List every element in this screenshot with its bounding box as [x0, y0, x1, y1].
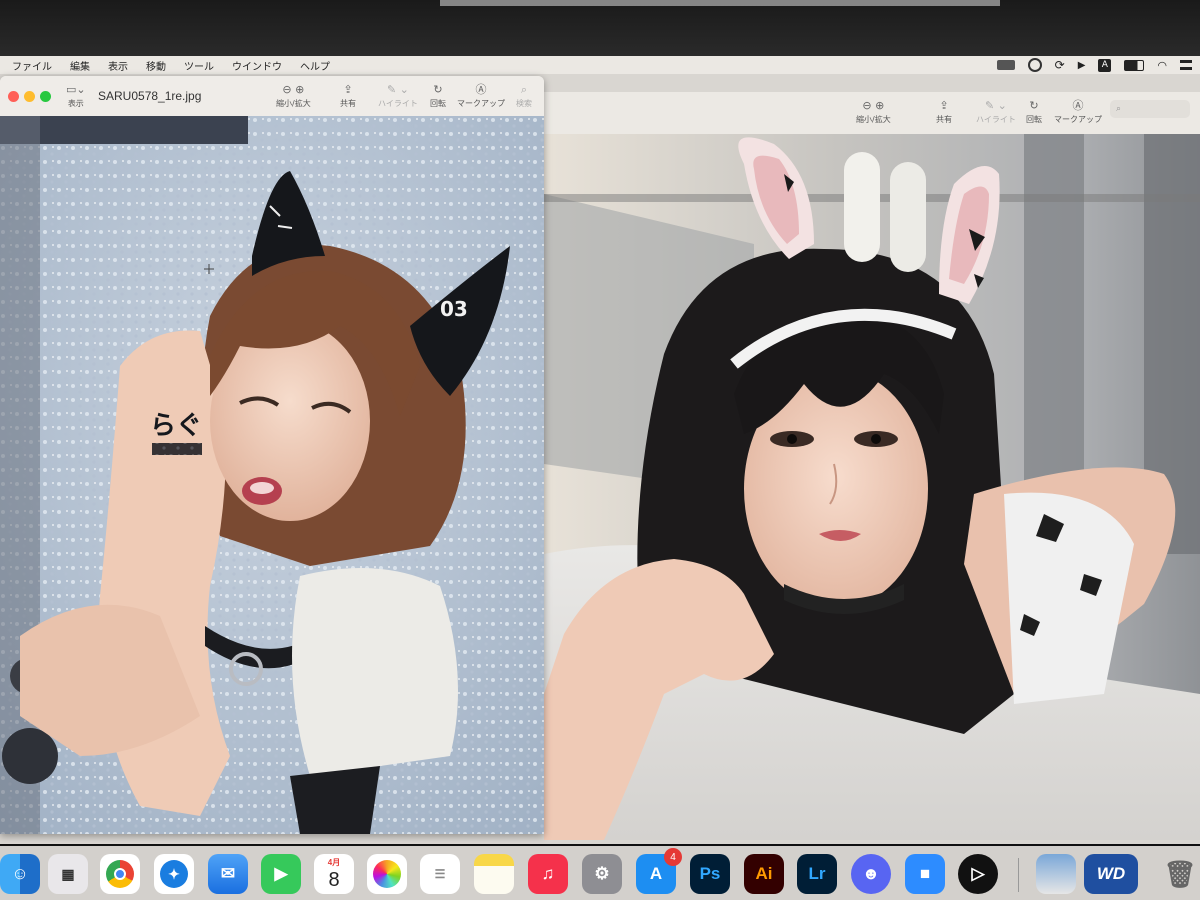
markup-label: マークアップ — [457, 99, 505, 108]
hand-mark-text: らぐ — [150, 411, 202, 441]
sidebar-icon: ▭⌄ — [66, 83, 86, 96]
markup-icon: Ⓐ — [1072, 99, 1084, 112]
photoshop-icon[interactable]: Ps — [690, 854, 730, 894]
cow-ears-photo — [544, 134, 1200, 840]
pencil-icon: ✎ ⌄ — [386, 83, 409, 96]
screen-recording-icon[interactable] — [996, 60, 1015, 70]
cat-ears-photo: らぐ 03 — [0, 116, 544, 834]
illustrator-icon[interactable]: Ai — [744, 854, 784, 894]
play-icon[interactable]: ▶ — [1078, 60, 1086, 71]
preview-folder-icon[interactable] — [1036, 854, 1076, 894]
creative-cloud-icon[interactable] — [1027, 58, 1042, 72]
ear-number: 03 — [440, 297, 468, 321]
discord-icon[interactable]: ☻ — [851, 854, 891, 894]
chrome-icon[interactable] — [100, 854, 140, 894]
rotate-icon: ↻ — [433, 83, 443, 96]
calendar-month: 4月 — [327, 858, 341, 867]
share-button[interactable]: ⇪ 共有 — [936, 98, 952, 125]
share-icon: ⇪ — [939, 99, 949, 112]
search-icon: ⌕ — [1116, 104, 1122, 114]
view-label: 表示 — [67, 99, 84, 108]
zoom-window-button[interactable] — [40, 91, 51, 102]
monitor-bezel — [0, 0, 1200, 56]
launchpad-icon[interactable]: ▦ — [48, 854, 88, 894]
rotate-label: 回転 — [1026, 115, 1042, 124]
status-area: ⟳ ▶ A ◠ — [996, 56, 1192, 74]
menu-edit[interactable]: 編集 — [70, 58, 90, 73]
zoom-icon: ⊖ ⊕ — [282, 83, 305, 96]
minimize-button[interactable] — [24, 91, 35, 102]
battery-icon[interactable] — [1124, 59, 1145, 71]
control-center-icon[interactable] — [1180, 60, 1192, 70]
search-field[interactable]: ⌕ — [1110, 100, 1190, 118]
rotate-button[interactable]: ↻ 回転 — [430, 82, 446, 109]
reminders-icon[interactable]: ☰ — [420, 854, 460, 894]
window2-toolbar: ⊖ ⊕ 縮小/拡大 ⇪ 共有 ✎ ⌄ ハイライト ↻ 回転 Ⓐ マークアップ ⌕ — [544, 92, 1200, 135]
trash-icon[interactable]: 🗑 — [1160, 854, 1200, 894]
zoom-label: 縮小/拡大 — [856, 115, 891, 124]
markup-button[interactable]: Ⓐ マークアップ — [457, 82, 505, 109]
zoom-control[interactable]: ⊖ ⊕ 縮小/拡大 — [856, 98, 891, 125]
calendar-day: 8 — [328, 869, 340, 891]
app-store-icon[interactable]: A 4 — [636, 848, 682, 894]
search-label: 検索 — [516, 99, 532, 108]
bezel-reflection — [440, 0, 1000, 6]
search-icon: ⌕ — [520, 83, 528, 96]
sync-icon[interactable]: ⟳ — [1055, 58, 1065, 72]
zoom-control[interactable]: ⊖ ⊕ 縮小/拡大 — [276, 82, 311, 109]
menu-go[interactable]: 移動 — [146, 58, 166, 73]
window1-toolbar: ▭⌄ 表示 SARU0578_1re.jpg ⊖ ⊕ 縮小/拡大 ⇪ 共有 ✎ … — [0, 76, 544, 117]
menu-bar: ファイル 編集 表示 移動 ツール ウインドウ ヘルプ ⟳ ▶ A ◠ — [0, 56, 1200, 74]
calendar-icon[interactable]: 4月 8 — [314, 854, 354, 894]
wd-drive-icon[interactable]: WD — [1084, 854, 1138, 894]
highlight-label: ハイライト — [976, 115, 1016, 124]
finder-icon[interactable]: ☺ — [0, 854, 40, 894]
rotate-icon: ↻ — [1029, 99, 1039, 112]
markup-icon: Ⓐ — [475, 83, 487, 96]
share-button[interactable]: ⇪ 共有 — [340, 82, 356, 109]
dock-separator — [1018, 858, 1019, 892]
window-title: SARU0578_1re.jpg — [98, 89, 202, 103]
share-icon: ⇪ — [343, 83, 353, 96]
zoom-label: 縮小/拡大 — [276, 99, 311, 108]
mail-icon[interactable]: ✉ — [208, 854, 248, 894]
text-input-icon[interactable]: A — [1098, 58, 1112, 72]
system-settings-icon[interactable]: ⚙ — [582, 854, 622, 894]
lightroom-icon[interactable]: Lr — [797, 854, 837, 894]
photos-icon[interactable] — [367, 854, 407, 894]
highlight-button[interactable]: ✎ ⌄ ハイライト — [976, 98, 1016, 125]
share-label: 共有 — [936, 115, 952, 124]
close-button[interactable] — [8, 91, 19, 102]
menu-window[interactable]: ウインドウ — [232, 58, 282, 73]
pencil-icon: ✎ ⌄ — [984, 99, 1007, 112]
music-icon[interactable]: ♫ — [528, 854, 568, 894]
preview-window-main: ▭⌄ 表示 SARU0578_1re.jpg ⊖ ⊕ 縮小/拡大 ⇪ 共有 ✎ … — [0, 76, 544, 834]
highlight-button[interactable]: ✎ ⌄ ハイライト — [378, 82, 418, 109]
cow-ears-photo-art — [544, 134, 1200, 840]
markup-button[interactable]: Ⓐ マークアップ — [1054, 98, 1102, 125]
menu-view[interactable]: 表示 — [108, 58, 128, 73]
share-label: 共有 — [340, 99, 356, 108]
dock: ☺ ▦ ✦ ✉ ▶ 4月 8 ☰ ♫ ⚙ A 4 Ps Ai Lr ☻ ■ ▷ … — [0, 846, 1200, 900]
safari-icon[interactable]: ✦ — [154, 854, 194, 894]
facetime-icon[interactable]: ▶ — [261, 854, 301, 894]
zoom-out-icon: ⊖ ⊕ — [862, 99, 885, 112]
zoom-icon[interactable]: ■ — [905, 854, 945, 894]
markup-label: マークアップ — [1054, 115, 1102, 124]
search-button[interactable]: ⌕ 検索 — [516, 82, 532, 109]
notes-icon[interactable] — [474, 854, 514, 894]
cat-ears-photo-art: らぐ 03 — [0, 116, 544, 834]
preview-window-secondary: ⊖ ⊕ 縮小/拡大 ⇪ 共有 ✎ ⌄ ハイライト ↻ 回転 Ⓐ マークアップ ⌕ — [544, 92, 1200, 840]
app-store-badge: 4 — [664, 848, 682, 866]
highlight-label: ハイライト — [378, 99, 418, 108]
wifi-icon[interactable]: ◠ — [1157, 59, 1167, 72]
menu-help[interactable]: ヘルプ — [300, 58, 330, 73]
menu-tools[interactable]: ツール — [184, 58, 214, 73]
rotate-label: 回転 — [430, 99, 446, 108]
rotate-button[interactable]: ↻ 回転 — [1026, 98, 1042, 125]
view-menu-button[interactable]: ▭⌄ 表示 — [66, 82, 86, 109]
menu-file[interactable]: ファイル — [12, 58, 52, 73]
infuse-icon[interactable]: ▷ — [958, 854, 998, 894]
